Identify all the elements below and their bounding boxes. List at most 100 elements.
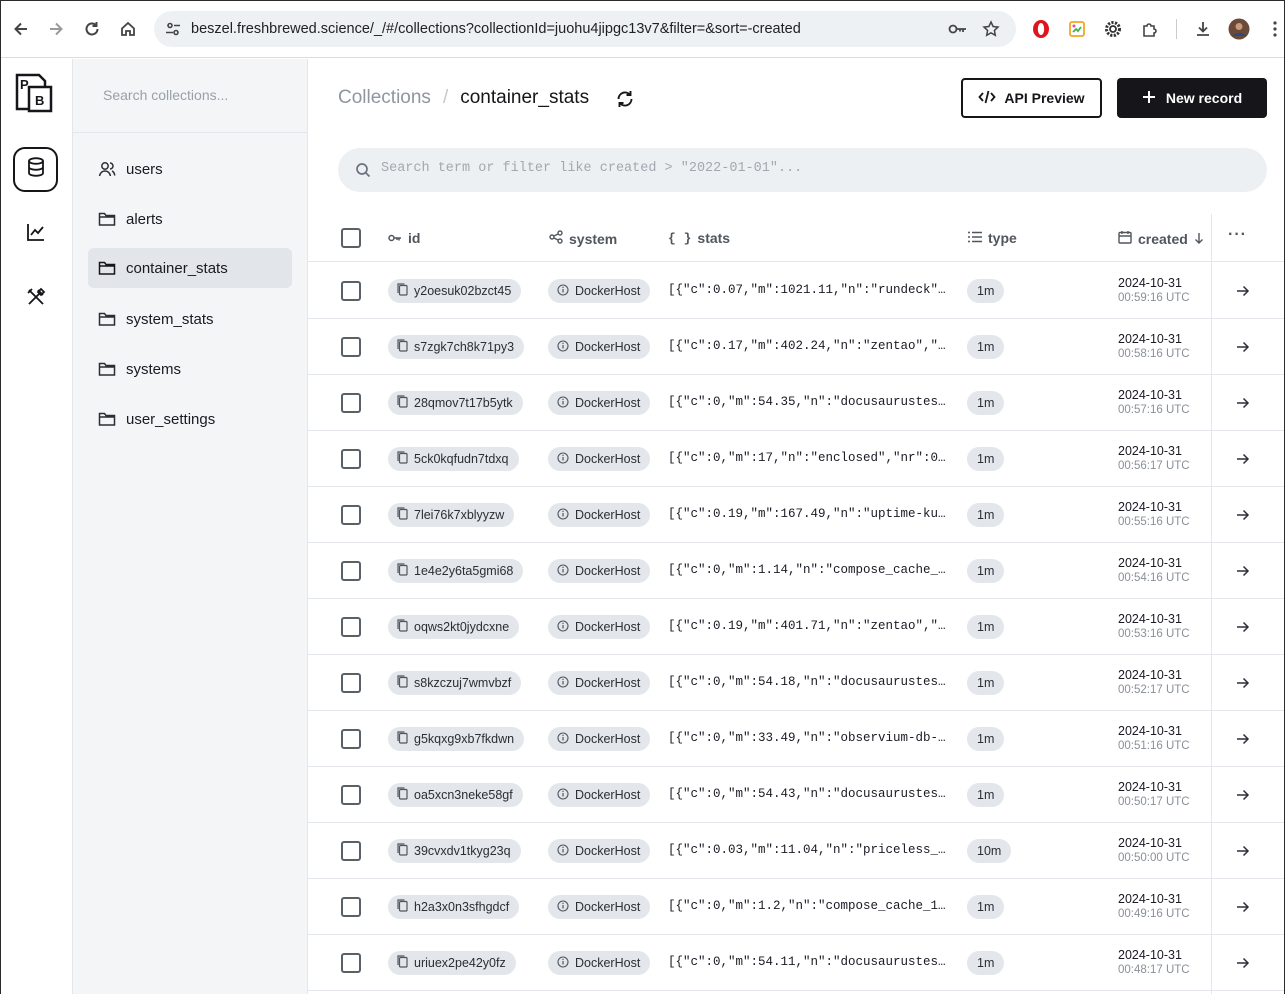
refresh-icon[interactable] <box>614 88 636 110</box>
browser-menu-icon[interactable] <box>1263 17 1285 41</box>
collection-item-users[interactable]: users <box>88 149 292 189</box>
arrow-right-icon[interactable] <box>1235 563 1251 579</box>
system-relation-pill[interactable]: DockerHost <box>548 951 651 975</box>
system-relation-pill[interactable]: DockerHost <box>548 391 651 415</box>
collections-search-input[interactable] <box>103 87 283 103</box>
star-icon[interactable] <box>981 19 1001 39</box>
copy-icon[interactable] <box>397 787 408 803</box>
arrow-right-icon[interactable] <box>1235 843 1251 859</box>
pocketbase-logo[interactable]: P B <box>15 73 55 113</box>
arrow-right-icon[interactable] <box>1235 339 1251 355</box>
record-id-pill[interactable]: uriuex2pe42y0fz <box>388 951 516 975</box>
select-all-checkbox[interactable] <box>341 228 361 248</box>
system-relation-pill[interactable]: DockerHost <box>548 727 651 751</box>
copy-icon[interactable] <box>397 451 408 467</box>
collections-nav-button[interactable] <box>13 147 58 192</box>
table-row[interactable]: 5ck0kqfudn7tdxq DockerHost [{"c":0,"m":1… <box>308 431 1284 487</box>
copy-icon[interactable] <box>397 563 408 579</box>
copy-icon[interactable] <box>397 283 408 299</box>
record-id-pill[interactable]: 5ck0kqfudn7tdxq <box>388 447 519 471</box>
collection-item-system-stats[interactable]: system_stats <box>88 299 292 339</box>
forward-icon[interactable] <box>42 15 70 43</box>
row-checkbox[interactable] <box>341 505 361 525</box>
system-relation-pill[interactable]: DockerHost <box>548 279 651 303</box>
gear-extension-icon[interactable] <box>1101 17 1125 41</box>
system-relation-pill[interactable]: DockerHost <box>548 559 651 583</box>
row-checkbox[interactable] <box>341 841 361 861</box>
settings-nav-button[interactable] <box>13 277 58 322</box>
column-header-system[interactable]: system <box>549 230 617 247</box>
arrow-right-icon[interactable] <box>1235 955 1251 971</box>
copy-icon[interactable] <box>397 843 408 859</box>
column-header-type[interactable]: type <box>968 230 1017 246</box>
arrow-right-icon[interactable] <box>1235 451 1251 467</box>
row-checkbox[interactable] <box>341 281 361 301</box>
records-filter-input[interactable] <box>381 161 1241 176</box>
download-icon[interactable] <box>1191 17 1215 41</box>
table-row[interactable]: 7lei76k7xblyyzw DockerHost [{"c":0.19,"m… <box>308 487 1284 543</box>
copy-icon[interactable] <box>397 731 408 747</box>
copy-icon[interactable] <box>397 507 408 523</box>
record-id-pill[interactable]: s7zgk7ch8k71py3 <box>388 335 525 359</box>
record-id-pill[interactable]: s8kzczuj7wmvbzf <box>388 671 522 695</box>
row-checkbox[interactable] <box>341 897 361 917</box>
row-checkbox[interactable] <box>341 617 361 637</box>
collection-item-user-settings[interactable]: user_settings <box>88 399 292 439</box>
table-row[interactable]: oa5xcn3neke58gf DockerHost [{"c":0,"m":5… <box>308 767 1284 823</box>
arrow-right-icon[interactable] <box>1235 507 1251 523</box>
arrow-right-icon[interactable] <box>1235 283 1251 299</box>
column-header-stats[interactable]: { } stats <box>668 230 730 246</box>
table-row[interactable]: s8kzczuj7wmvbzf DockerHost [{"c":0,"m":5… <box>308 655 1284 711</box>
logs-nav-button[interactable] <box>13 212 58 257</box>
table-row[interactable]: g5kqxg9xb7fkdwn DockerHost [{"c":0,"m":3… <box>308 711 1284 767</box>
record-id-pill[interactable]: 1e4e2y6ta5gmi68 <box>388 559 524 583</box>
site-settings-icon[interactable] <box>164 20 182 43</box>
breadcrumb-collections[interactable]: Collections <box>338 87 431 109</box>
record-id-pill[interactable]: h2a3x0n3sfhgdcf <box>388 895 520 919</box>
api-preview-button[interactable]: API Preview <box>961 78 1102 118</box>
row-checkbox[interactable] <box>341 449 361 469</box>
column-header-id[interactable]: id <box>388 230 420 246</box>
arrow-right-icon[interactable] <box>1235 395 1251 411</box>
collection-item-container-stats[interactable]: container_stats <box>88 248 292 288</box>
arrow-right-icon[interactable] <box>1235 619 1251 635</box>
arrow-right-icon[interactable] <box>1235 675 1251 691</box>
copy-icon[interactable] <box>397 395 408 411</box>
row-checkbox[interactable] <box>341 673 361 693</box>
profile-avatar[interactable] <box>1227 17 1251 41</box>
table-row[interactable]: y2oesuk02bzct45 DockerHost [{"c":0.07,"m… <box>308 263 1284 319</box>
system-relation-pill[interactable]: DockerHost <box>548 447 651 471</box>
record-id-pill[interactable]: g5kqxg9xb7fkdwn <box>388 727 525 751</box>
row-checkbox[interactable] <box>341 729 361 749</box>
record-id-pill[interactable]: 28qmov7t17b5ytk <box>388 391 523 415</box>
collection-item-alerts[interactable]: alerts <box>88 199 292 239</box>
table-row[interactable]: oqws2kt0jydcxne DockerHost [{"c":0.19,"m… <box>308 599 1284 655</box>
system-relation-pill[interactable]: DockerHost <box>548 671 651 695</box>
puzzle-extensions-icon[interactable] <box>1138 17 1162 41</box>
back-icon[interactable] <box>7 15 35 43</box>
row-checkbox[interactable] <box>341 561 361 581</box>
table-row[interactable]: s7zgk7ch8k71py3 DockerHost [{"c":0.17,"m… <box>308 319 1284 375</box>
copy-icon[interactable] <box>397 339 408 355</box>
record-id-pill[interactable]: y2oesuk02bzct45 <box>388 279 522 303</box>
collection-item-systems[interactable]: systems <box>88 349 292 389</box>
table-row[interactable]: 39cvxdv1tkyg23q DockerHost [{"c":0.03,"m… <box>308 823 1284 879</box>
address-bar[interactable]: beszel.freshbrewed.science/_/#/collectio… <box>154 11 1016 47</box>
system-relation-pill[interactable]: DockerHost <box>548 503 651 527</box>
table-row[interactable]: 28qmov7t17b5ytk DockerHost [{"c":0,"m":5… <box>308 375 1284 431</box>
home-icon[interactable] <box>114 15 142 43</box>
arrow-right-icon[interactable] <box>1235 787 1251 803</box>
color-picker-extension-icon[interactable] <box>1065 17 1089 41</box>
new-record-button[interactable]: New record <box>1117 78 1267 118</box>
copy-icon[interactable] <box>397 675 408 691</box>
table-row[interactable]: uriuex2pe42y0fz DockerHost [{"c":0,"m":5… <box>308 935 1284 991</box>
copy-icon[interactable] <box>397 619 408 635</box>
row-checkbox[interactable] <box>341 337 361 357</box>
arrow-right-icon[interactable] <box>1235 731 1251 747</box>
system-relation-pill[interactable]: DockerHost <box>548 895 651 919</box>
record-id-pill[interactable]: oa5xcn3neke58gf <box>388 783 523 807</box>
row-checkbox[interactable] <box>341 785 361 805</box>
row-checkbox[interactable] <box>341 953 361 973</box>
copy-icon[interactable] <box>397 955 408 971</box>
record-id-pill[interactable]: 39cvxdv1tkyg23q <box>388 839 521 863</box>
